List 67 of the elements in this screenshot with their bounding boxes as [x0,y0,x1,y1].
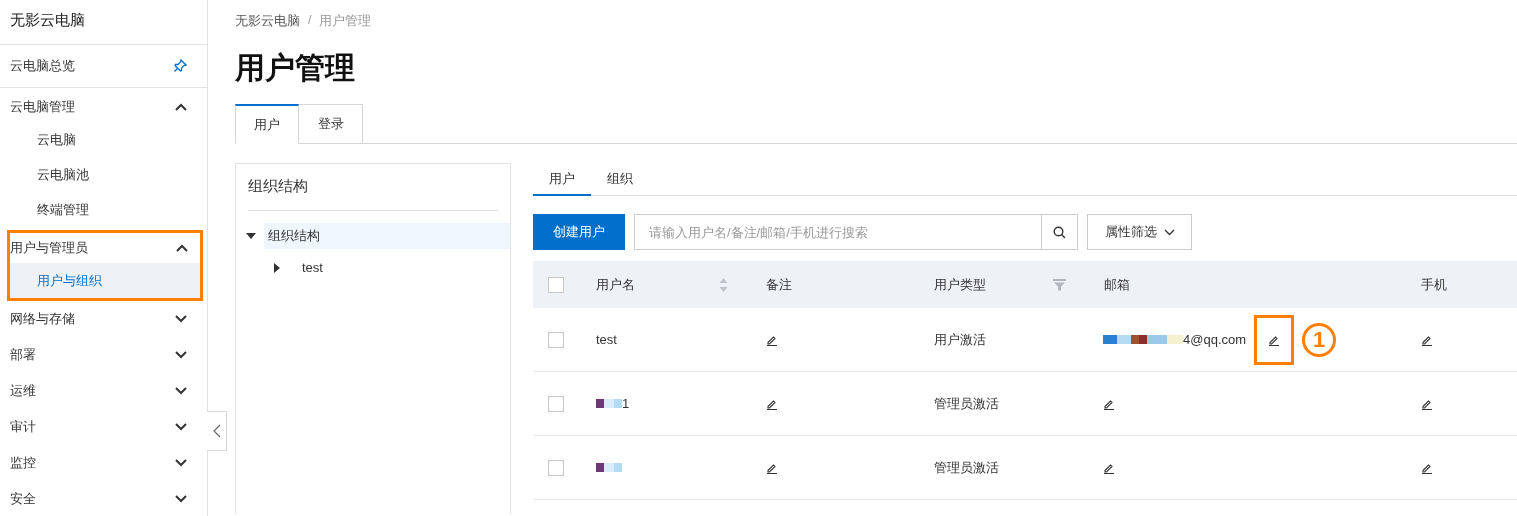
nav-group[interactable]: 用户与管理员 [10,239,88,257]
chevron-left-icon[interactable] [212,424,221,438]
nav-item[interactable]: 云电脑池 [0,157,207,192]
page-title: 用户管理 [235,50,356,86]
chevron-icon[interactable] [175,459,187,467]
checkbox[interactable] [548,395,564,412]
edit-icon[interactable] [766,333,778,346]
tree-node[interactable]: 组织结构 [264,223,510,249]
chevron-icon[interactable] [175,351,187,359]
table-cell: 1 [622,396,630,411]
chevron-icon[interactable] [175,423,187,431]
table-cell: 用户激活 [934,330,986,349]
nav-group[interactable]: 网络与存储 [10,310,75,328]
nav-item[interactable]: 云电脑 [0,122,207,157]
nav-item[interactable]: 用户与组织 [10,263,200,298]
nav-item[interactable]: 云电脑总览 [10,57,75,75]
edit-icon[interactable] [766,397,778,410]
step-number: 1 [1302,322,1337,357]
column-header: 用户名 [596,275,635,294]
tree-node[interactable]: test [290,255,510,281]
checkbox[interactable] [548,331,564,348]
column-header: 手机 [1421,275,1447,294]
chevron-icon[interactable] [175,387,187,395]
edit-icon[interactable] [1421,461,1433,474]
table-cell: test [596,332,617,347]
tab[interactable]: 用户 [235,104,299,144]
checkbox[interactable] [548,459,564,476]
nav-group[interactable]: 安全 [10,490,36,508]
chevron-icon[interactable] [176,244,188,252]
nav-group[interactable]: 云电脑管理 [10,98,75,116]
pin-icon[interactable] [173,59,187,73]
caret-icon[interactable] [246,231,256,241]
nav-group[interactable]: 监控 [10,454,36,472]
nav-group[interactable]: 运维 [10,382,36,400]
filter-dropdown[interactable]: 属性筛选 [1087,214,1192,250]
edit-icon[interactable] [1421,333,1433,346]
nav-item[interactable]: 终端管理 [0,192,207,227]
chevron-icon[interactable] [175,495,187,503]
tab[interactable]: 用户 [533,163,591,196]
product-title: 无影云电脑 [0,0,207,45]
breadcrumb-link[interactable]: 无影云电脑 [235,13,300,30]
table-cell: 4@qq.com [1183,332,1247,347]
search-button[interactable] [1042,214,1078,250]
column-header: 备注 [766,275,792,294]
create-user-button[interactable]: 创建用户 [533,214,625,250]
column-header: 邮箱 [1104,275,1130,294]
chevron-down-icon[interactable] [1163,228,1175,236]
table-cell: 管理员激活 [934,458,999,477]
edit-icon[interactable] [1268,333,1281,346]
breadcrumb-separator: / [308,13,312,29]
search-field[interactable]: 请输入用户名/备注/邮箱/手机进行搜索 [634,214,1042,250]
checkbox[interactable] [548,276,564,293]
tab[interactable]: 登录 [299,104,363,144]
edit-icon[interactable] [1103,397,1115,410]
edit-icon[interactable] [1421,397,1433,410]
search-icon[interactable] [1053,225,1066,239]
nav-group[interactable]: 部署 [10,346,36,364]
caret-icon[interactable] [272,263,282,273]
tab[interactable]: 组织 [591,163,649,196]
panel-title: 组织结构 [247,176,309,196]
column-header: 用户类型 [934,275,986,294]
edit-icon[interactable] [1103,461,1115,474]
chevron-icon[interactable] [175,103,187,111]
table-cell: 管理员激活 [934,394,999,413]
edit-icon[interactable] [766,461,778,474]
chevron-icon[interactable] [175,315,187,323]
nav-group[interactable]: 审计 [10,418,36,436]
